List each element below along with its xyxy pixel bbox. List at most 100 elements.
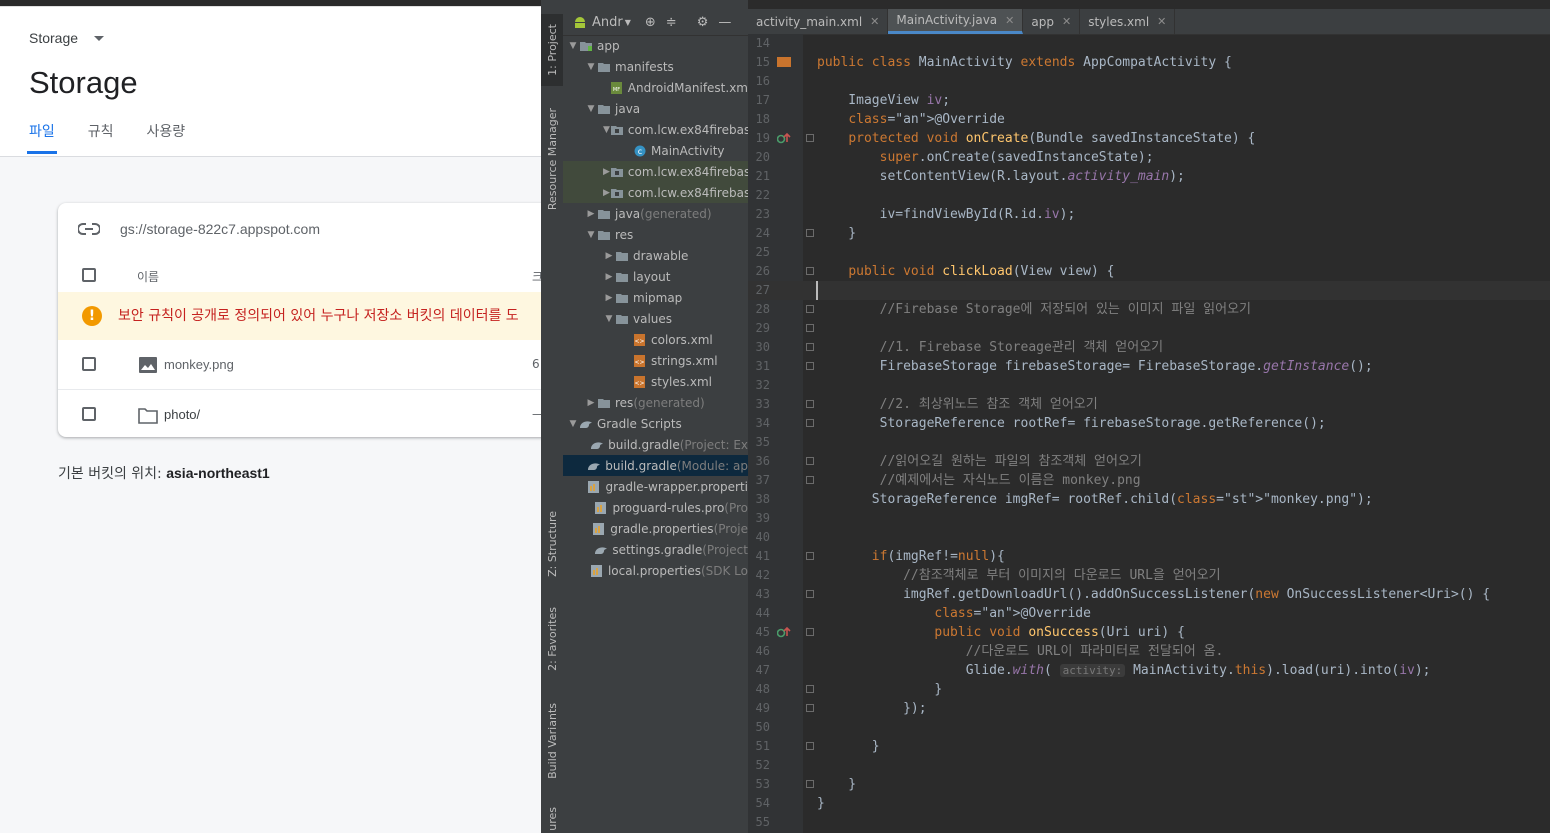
code-line[interactable]: 39 bbox=[748, 509, 1550, 528]
tab-rules[interactable]: 규칙 bbox=[86, 121, 116, 154]
close-icon[interactable]: ✕ bbox=[1062, 15, 1071, 28]
code-line[interactable]: 31 FirebaseStorage firebaseStorage= Fire… bbox=[748, 357, 1550, 376]
editor-tab[interactable]: <>activity_main.xml✕ bbox=[748, 9, 889, 34]
code-line[interactable]: 55 bbox=[748, 813, 1550, 832]
collapsed-arrow-icon[interactable]: ▶ bbox=[603, 251, 615, 261]
code-line[interactable]: 37 //예제에서는 자식노드 이름은 monkey.png bbox=[748, 471, 1550, 490]
tool-tab-structure[interactable]: Z: Structure bbox=[541, 505, 563, 583]
expanded-arrow-icon[interactable]: ▼ bbox=[567, 419, 579, 429]
editor-tab[interactable]: cMainActivity.java✕ bbox=[888, 9, 1024, 34]
tool-tab-resource-manager[interactable]: Resource Manager bbox=[541, 100, 563, 218]
tree-item[interactable]: ▼ values bbox=[563, 308, 748, 329]
collapsed-arrow-icon[interactable]: ▶ bbox=[585, 209, 597, 219]
file-name[interactable]: monkey.png bbox=[164, 357, 234, 372]
code-line[interactable]: 23 iv=findViewById(R.id.iv); bbox=[748, 205, 1550, 224]
override-icon[interactable] bbox=[777, 132, 791, 144]
code-line[interactable]: 14 bbox=[748, 34, 1550, 53]
tree-item[interactable]: gradle-wrapper.properti bbox=[563, 476, 748, 497]
expanded-arrow-icon[interactable]: ▼ bbox=[585, 62, 597, 72]
close-icon[interactable]: ✕ bbox=[1005, 14, 1014, 27]
fold-marker-icon[interactable] bbox=[806, 780, 814, 788]
gear-icon[interactable]: ⚙ bbox=[697, 15, 709, 30]
project-view-selector[interactable]: Andr bbox=[592, 15, 623, 30]
code-line[interactable]: 42 //참조객체로 부터 이미지의 다운로드 URL을 얻어오기 bbox=[748, 566, 1550, 585]
tab-files[interactable]: 파일 bbox=[27, 121, 57, 154]
fold-marker-icon[interactable] bbox=[806, 343, 814, 351]
chevron-down-icon[interactable]: ▼ bbox=[625, 18, 631, 27]
row-checkbox[interactable] bbox=[82, 357, 96, 371]
expanded-arrow-icon[interactable]: ▼ bbox=[567, 41, 579, 51]
row-checkbox[interactable] bbox=[82, 407, 96, 421]
code-line[interactable]: 36 //읽어오길 원하는 파일의 참조객체 얻어오기 bbox=[748, 452, 1550, 471]
tree-item[interactable]: ▼ res bbox=[563, 224, 748, 245]
tree-item[interactable]: ▶ layout bbox=[563, 266, 748, 287]
code-line[interactable]: 50 bbox=[748, 718, 1550, 737]
collapsed-arrow-icon[interactable]: ▶ bbox=[603, 188, 610, 198]
code-line[interactable]: 40 bbox=[748, 528, 1550, 547]
fold-marker-icon[interactable] bbox=[806, 400, 814, 408]
tree-item[interactable]: c MainActivity bbox=[563, 140, 748, 161]
code-line[interactable]: 53 } bbox=[748, 775, 1550, 794]
tree-item[interactable]: build.gradle (Project: Ex bbox=[563, 434, 748, 455]
select-all-checkbox[interactable] bbox=[82, 268, 96, 282]
close-icon[interactable]: ✕ bbox=[870, 15, 879, 28]
expanded-arrow-icon[interactable]: ▼ bbox=[585, 230, 597, 240]
fold-marker-icon[interactable] bbox=[806, 305, 814, 313]
code-line[interactable]: 34 StorageReference rootRef= firebaseSto… bbox=[748, 414, 1550, 433]
tab-usage[interactable]: 사용량 bbox=[145, 121, 188, 154]
code-line[interactable]: 25 bbox=[748, 243, 1550, 262]
fold-marker-icon[interactable] bbox=[806, 267, 814, 275]
tree-item[interactable]: proguard-rules.pro (Pro bbox=[563, 497, 748, 518]
expanded-arrow-icon[interactable]: ▼ bbox=[585, 104, 597, 114]
close-icon[interactable]: ✕ bbox=[1157, 15, 1166, 28]
tool-tab-build-variants[interactable]: Build Variants bbox=[541, 695, 563, 787]
code-line[interactable]: 49 }); bbox=[748, 699, 1550, 718]
collapsed-arrow-icon[interactable]: ▶ bbox=[603, 167, 610, 177]
fold-marker-icon[interactable] bbox=[806, 685, 814, 693]
code-line[interactable]: 43 imgRef.getDownloadUrl().addOnSuccessL… bbox=[748, 585, 1550, 604]
fold-marker-icon[interactable] bbox=[806, 457, 814, 465]
collapse-icon[interactable]: ≑ bbox=[666, 15, 677, 30]
collapsed-arrow-icon[interactable]: ▶ bbox=[603, 272, 615, 282]
fold-marker-icon[interactable] bbox=[806, 362, 814, 370]
code-line[interactable]: 27 bbox=[748, 281, 1550, 300]
tree-item[interactable]: <> styles.xml bbox=[563, 371, 748, 392]
tree-item[interactable]: local.properties (SDK Lo bbox=[563, 560, 748, 581]
fold-marker-icon[interactable] bbox=[806, 742, 814, 750]
code-line[interactable]: 22 bbox=[748, 186, 1550, 205]
fold-marker-icon[interactable] bbox=[806, 590, 814, 598]
tree-item[interactable]: ▶ com.lcw.ex84firebas bbox=[563, 182, 748, 203]
tree-item[interactable]: MF AndroidManifest.xm bbox=[563, 77, 748, 98]
expanded-arrow-icon[interactable]: ▼ bbox=[603, 314, 615, 324]
tree-item[interactable]: ▶ drawable bbox=[563, 245, 748, 266]
class-marker-icon[interactable] bbox=[777, 56, 791, 68]
override-icon[interactable] bbox=[777, 626, 791, 638]
tree-item[interactable]: build.gradle (Module: ap bbox=[563, 455, 748, 476]
fold-marker-icon[interactable] bbox=[806, 324, 814, 332]
tree-item[interactable]: gradle.properties (Proje bbox=[563, 518, 748, 539]
code-line[interactable]: 21 setContentView(R.layout.activity_main… bbox=[748, 167, 1550, 186]
hide-icon[interactable]: — bbox=[718, 15, 731, 30]
code-line[interactable]: 24 } bbox=[748, 224, 1550, 243]
bucket-url[interactable]: gs://storage-822c7.appspot.com bbox=[78, 221, 320, 237]
code-line[interactable]: 32 bbox=[748, 376, 1550, 395]
code-line[interactable]: 51 } bbox=[748, 737, 1550, 756]
target-icon[interactable]: ⊕ bbox=[645, 15, 656, 30]
tree-item[interactable]: ▶ com.lcw.ex84firebas bbox=[563, 161, 748, 182]
code-line[interactable]: 46 //다운로드 URL이 파라미터로 전달되어 옴. bbox=[748, 642, 1550, 661]
code-line[interactable]: 44 class="an">@Override bbox=[748, 604, 1550, 623]
code-line[interactable]: 20 super.onCreate(savedInstanceState); bbox=[748, 148, 1550, 167]
code-line[interactable]: 33 //2. 최상위노드 참조 객체 얻어오기 bbox=[748, 395, 1550, 414]
tree-item[interactable]: settings.gradle (Project bbox=[563, 539, 748, 560]
code-line[interactable]: 45 public void onSuccess(Uri uri) { bbox=[748, 623, 1550, 642]
code-line[interactable]: 26 public void clickLoad(View view) { bbox=[748, 262, 1550, 281]
code-line[interactable]: 30 //1. Firebase Storeage관리 객체 얻어오기 bbox=[748, 338, 1550, 357]
tool-tab-features[interactable]: ures bbox=[541, 805, 563, 833]
expanded-arrow-icon[interactable]: ▼ bbox=[603, 125, 610, 135]
table-row[interactable]: monkey.png 6 bbox=[58, 340, 541, 389]
fold-marker-icon[interactable] bbox=[806, 134, 814, 142]
fold-marker-icon[interactable] bbox=[806, 552, 814, 560]
code-line[interactable]: 48 } bbox=[748, 680, 1550, 699]
collapsed-arrow-icon[interactable]: ▶ bbox=[585, 398, 597, 408]
code-line[interactable]: 17 ImageView iv; bbox=[748, 91, 1550, 110]
